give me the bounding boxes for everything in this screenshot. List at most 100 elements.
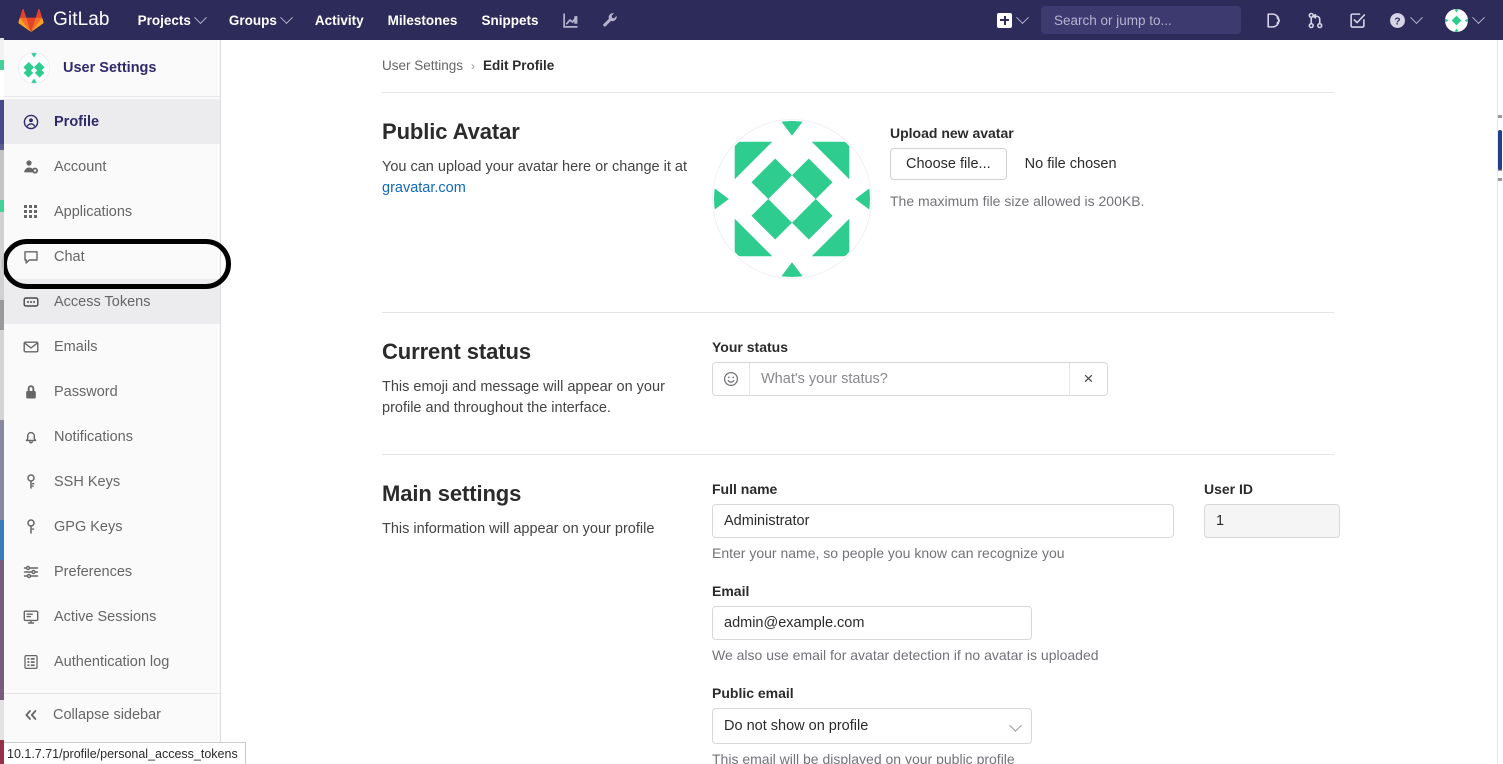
sidebar-item-applications[interactable]: Applications <box>4 189 220 234</box>
merge-requests-icon[interactable] <box>1299 0 1331 40</box>
sidebar-item-authentication-log-label: Authentication log <box>54 654 169 670</box>
upload-avatar-block: Upload new avatar Choose file... No file… <box>890 119 1144 279</box>
nav-item-snippets[interactable]: Snippets <box>469 0 550 40</box>
gitlab-logo-home-link[interactable]: GitLab <box>18 8 110 32</box>
emoji-picker-button[interactable] <box>713 363 750 395</box>
your-status-field-wrap: Your status × <box>712 339 1108 419</box>
nav-item-projects-label: Projects <box>138 13 191 28</box>
wrench-icon[interactable] <box>594 0 626 40</box>
user-menu-button[interactable] <box>1433 0 1489 40</box>
nav-item-projects[interactable]: Projects <box>126 0 217 40</box>
public-email-select[interactable]: Do not show on profileadmin@example.com <box>712 708 1032 744</box>
status-bar-url-text: 10.1.7.71/profile/personal_access_tokens <box>7 747 238 761</box>
breadcrumb-current: Edit Profile <box>483 58 554 73</box>
nav-item-activity-label: Activity <box>315 13 364 28</box>
page-scrollbar-thumb[interactable] <box>1498 130 1502 170</box>
chevron-down-icon <box>1472 11 1485 24</box>
main-form-fields: Full name Enter your name, so people you… <box>712 481 1174 764</box>
sidebar-item-emails-label: Emails <box>54 339 98 355</box>
sidebar-item-account[interactable]: Account <box>4 144 220 189</box>
email-input[interactable] <box>712 606 1032 640</box>
avatar <box>1445 9 1468 32</box>
current-status-description: This emoji and message will appear on yo… <box>382 377 688 419</box>
sidebar-item-authentication-log[interactable]: Authentication log <box>4 639 220 684</box>
sidebar-item-password[interactable]: Password <box>4 369 220 414</box>
user-circle-icon <box>22 113 39 130</box>
issues-icon[interactable] <box>1257 0 1289 40</box>
lock-icon <box>22 383 39 400</box>
full-name-input[interactable] <box>712 504 1174 538</box>
sidebar: User Settings Profile <box>4 40 221 764</box>
public-avatar-upload-column: Upload new avatar Choose file... No file… <box>712 119 1334 279</box>
primary-nav-links: Projects Groups Activity Milestones Snip… <box>126 0 631 40</box>
email-help: We also use email for avatar detection i… <box>712 647 1174 663</box>
main-settings-text-column: Main settings This information will appe… <box>382 481 712 764</box>
sidebar-item-notifications[interactable]: Notifications <box>4 414 220 459</box>
scrollbar-marker <box>1498 178 1502 181</box>
nav-item-groups[interactable]: Groups <box>217 0 303 40</box>
avatar-preview <box>712 119 872 279</box>
breadcrumb-parent[interactable]: User Settings <box>382 58 463 73</box>
applications-icon <box>22 203 39 220</box>
sidebar-title: User Settings <box>63 60 156 76</box>
max-file-size-hint: The maximum file size allowed is 200KB. <box>890 193 1144 209</box>
status-bar-url: 10.1.7.71/profile/personal_access_tokens <box>0 742 246 764</box>
gravatar-link[interactable]: gravatar.com <box>382 180 466 196</box>
nav-item-milestones[interactable]: Milestones <box>376 0 470 40</box>
chevron-double-left-icon <box>22 707 39 724</box>
svg-text:?: ? <box>1394 16 1400 27</box>
sidebar-item-chat[interactable]: Chat <box>4 234 220 279</box>
search-input[interactable] <box>1052 12 1233 29</box>
chevron-down-icon <box>194 11 207 24</box>
chevron-down-icon <box>1016 11 1029 24</box>
sidebar-item-access-tokens[interactable]: Access Tokens <box>4 279 220 324</box>
clear-status-button[interactable]: × <box>1069 363 1107 395</box>
public-email-select-wrap: Do not show on profileadmin@example.com <box>712 708 1032 744</box>
help-icon[interactable]: ? <box>1383 0 1427 40</box>
sidebar-item-emails[interactable]: Emails <box>4 324 220 369</box>
main-settings-description: This information will appear on your pro… <box>382 519 688 540</box>
public-avatar-description-text: You can upload your avatar here or chang… <box>382 159 687 175</box>
status-input[interactable] <box>750 363 1069 395</box>
sidebar-item-ssh-keys-label: SSH Keys <box>54 474 120 490</box>
sidebar-nav-list: Profile Account <box>4 97 220 736</box>
choose-file-button[interactable]: Choose file... <box>890 148 1007 180</box>
sidebar-item-gpg-keys[interactable]: GPG Keys <box>4 504 220 549</box>
public-email-help: This email will be displayed on your pub… <box>712 751 1174 764</box>
key-icon <box>22 473 39 490</box>
nav-item-snippets-label: Snippets <box>481 13 538 28</box>
chevron-down-icon <box>280 11 293 24</box>
collapse-sidebar-label: Collapse sidebar <box>53 707 161 723</box>
current-status-section: Current status This emoji and message wi… <box>382 313 1334 419</box>
token-icon <box>22 293 39 310</box>
sidebar-item-ssh-keys[interactable]: SSH Keys <box>4 459 220 504</box>
analytics-icon[interactable] <box>554 0 586 40</box>
email-label: Email <box>712 583 1174 599</box>
create-new-button[interactable] <box>989 0 1035 40</box>
bell-icon <box>22 428 39 445</box>
help-circle-icon: ? <box>1389 12 1406 29</box>
search-box[interactable] <box>1041 6 1241 34</box>
breadcrumb-separator: › <box>471 59 475 73</box>
sidebar-item-preferences-label: Preferences <box>54 564 132 580</box>
collapse-sidebar-button[interactable]: Collapse sidebar <box>4 694 220 736</box>
account-gear-icon <box>22 158 39 175</box>
nav-item-groups-label: Groups <box>229 13 277 28</box>
full-name-label: Full name <box>712 481 1174 497</box>
full-name-group: Full name Enter your name, so people you… <box>712 481 1174 561</box>
nav-item-activity[interactable]: Activity <box>303 0 376 40</box>
sliders-icon <box>22 563 39 580</box>
sidebar-item-account-label: Account <box>54 159 106 175</box>
user-id-label: User ID <box>1204 481 1340 497</box>
browser-edge-strip <box>0 0 4 764</box>
sidebar-item-profile-label: Profile <box>54 114 99 130</box>
sidebar-header[interactable]: User Settings <box>4 40 220 97</box>
nav-item-milestones-label: Milestones <box>388 13 458 28</box>
sidebar-item-active-sessions[interactable]: Active Sessions <box>4 594 220 639</box>
todos-icon[interactable] <box>1341 0 1373 40</box>
navbar-right-section: ? <box>989 0 1503 40</box>
sidebar-item-profile[interactable]: Profile <box>4 99 220 144</box>
sidebar-item-active-sessions-label: Active Sessions <box>54 609 156 625</box>
sidebar-item-preferences[interactable]: Preferences <box>4 549 220 594</box>
main-settings-form-column: Full name Enter your name, so people you… <box>712 481 1340 764</box>
